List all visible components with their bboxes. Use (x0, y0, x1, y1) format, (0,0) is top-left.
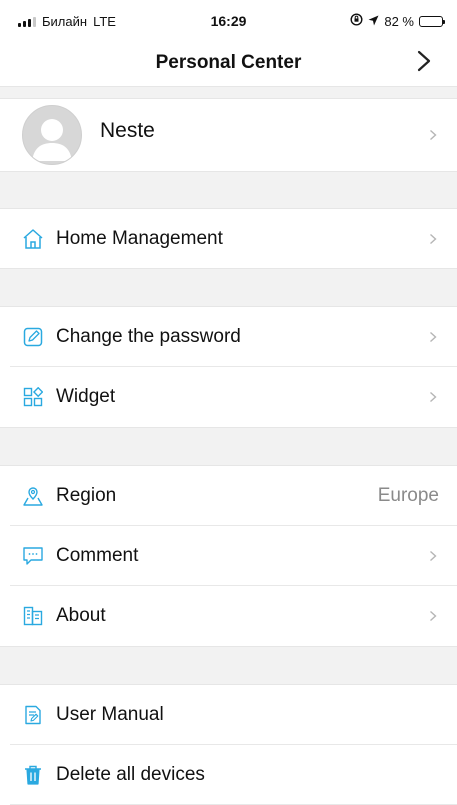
comment-row[interactable]: Comment (10, 526, 457, 585)
chevron-right-icon (423, 391, 443, 403)
user-manual-label: User Manual (56, 703, 164, 725)
chevron-right-icon (423, 550, 443, 562)
avatar[interactable] (22, 105, 82, 165)
delete-all-devices-row[interactable]: Delete all devices (10, 745, 457, 804)
change-password-row[interactable]: Change the password (10, 307, 457, 366)
region-row[interactable]: Region Europe (10, 466, 457, 525)
region-value: Europe (377, 484, 439, 506)
battery-percent: 82 % (384, 13, 414, 29)
home-management-row[interactable]: Home Management (10, 209, 457, 268)
about-row[interactable]: About (10, 586, 457, 646)
location-pin-icon (22, 485, 44, 507)
document-edit-icon (22, 704, 44, 726)
section-gap (0, 171, 457, 209)
navigation-bar: Personal Center (0, 40, 457, 86)
page-title: Personal Center (155, 52, 302, 73)
comment-label: Comment (56, 544, 139, 566)
battery-icon (419, 15, 445, 27)
trash-icon (22, 764, 44, 786)
profile-row[interactable]: Neste (10, 99, 457, 171)
chevron-right-icon (423, 610, 443, 622)
section-gap (0, 646, 457, 685)
chevron-right-icon (423, 129, 443, 141)
about-label: About (56, 605, 106, 626)
forward-chevron-icon[interactable] (411, 46, 437, 76)
orientation-lock-icon (350, 13, 363, 29)
profile-name: Neste (100, 119, 155, 142)
section-gap (0, 86, 457, 99)
widget-icon (22, 386, 44, 408)
region-label: Region (56, 484, 117, 506)
section-gap (0, 427, 457, 466)
status-bar: Билайн LTE 16:29 82 % (0, 0, 457, 40)
home-management-label: Home Management (56, 227, 223, 249)
home-icon (22, 228, 44, 250)
section-gap (0, 268, 457, 307)
edit-icon (22, 326, 44, 348)
chevron-right-icon (423, 331, 443, 343)
change-password-label: Change the password (56, 325, 241, 347)
status-right: 82 % (350, 13, 445, 29)
location-arrow-icon (368, 14, 379, 29)
user-manual-row[interactable]: User Manual (10, 685, 457, 744)
delete-all-devices-label: Delete all devices (56, 763, 205, 785)
widget-label: Widget (56, 386, 116, 407)
widget-row[interactable]: Widget (10, 367, 457, 427)
comment-icon (22, 545, 44, 567)
building-icon (22, 605, 44, 627)
chevron-right-icon (423, 233, 443, 245)
